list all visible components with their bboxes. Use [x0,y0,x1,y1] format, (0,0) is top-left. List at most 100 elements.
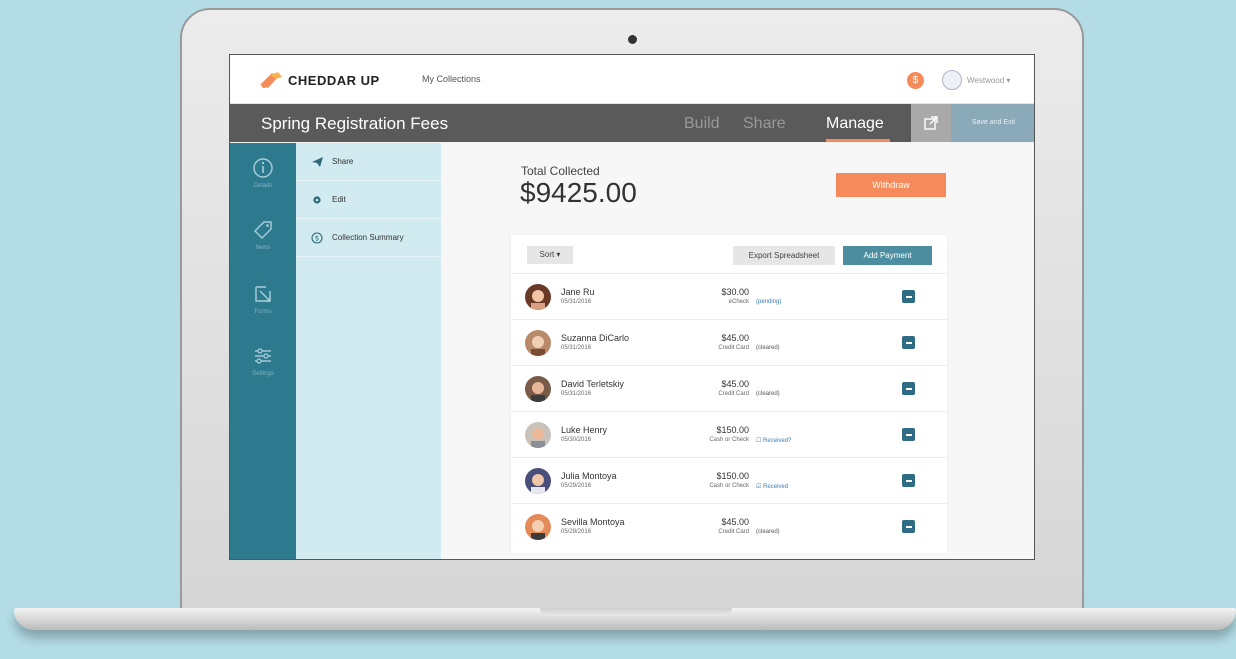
row-action-button[interactable] [902,474,915,487]
tab-manage[interactable]: Manage [826,115,884,133]
info-icon [253,158,273,178]
payer-name: Sevilla Montoya [561,517,625,527]
payment-date: 05/31/2016 [561,299,592,305]
brand-name: CHEDDAR UP [288,72,380,88]
total-collected-amount: $9425.00 [520,177,637,208]
gear-icon [310,195,324,205]
payment-date: 05/30/2016 [561,437,592,443]
payment-amount: $45.00 [721,517,749,527]
rail-item-settings[interactable]: Settings [230,345,296,377]
avatar [525,468,551,494]
minus-icon [905,479,912,482]
cheddar-logo-icon [258,71,282,89]
payer-name: David Terletskiy [561,379,624,389]
received-checkbox[interactable]: ☐ Received? [756,437,791,444]
external-link-icon [924,116,938,130]
payment-date: 05/31/2016 [561,391,592,397]
sliders-icon [255,348,271,364]
payment-method: Cash or Check [709,483,749,489]
rail-item-details[interactable]: Details [230,157,296,189]
camera-icon [628,35,637,44]
sort-dropdown[interactable]: Sort ▾ [527,246,573,264]
sub-nav: Share Edit $ Collection Summary [296,143,441,559]
dollar-icon: $ [310,231,324,244]
subnav-item-collection-summary[interactable]: $ Collection Summary [296,219,441,257]
tag-icon [254,221,272,239]
external-link-button[interactable] [911,104,951,142]
payment-status: (cleared) [756,391,780,397]
payment-method: eCheck [728,299,749,305]
row-action-button[interactable] [902,520,915,533]
payment-method: Credit Card [718,391,749,397]
payment-amount: $45.00 [721,379,749,389]
payment-status: (cleared) [756,529,780,535]
paper-plane-icon [310,156,324,167]
coin-icon[interactable]: $ [907,72,924,89]
payment-status: (cleared) [756,345,780,351]
top-bar: CHEDDAR UP My Collections $ Westwood ▾ [230,55,1034,104]
withdraw-button[interactable]: Withdraw [836,173,946,197]
payment-row: Luke Henry 05/30/2016 $150.00 Cash or Ch… [511,411,947,457]
left-rail: Details Items Forms Settings [230,143,296,559]
logo[interactable]: CHEDDAR UP [258,71,380,89]
payer-name: Jane Ru [561,287,595,297]
payment-method: Credit Card [718,345,749,351]
rail-label: Details [253,183,273,189]
avatar [525,422,551,448]
rail-item-forms[interactable]: Forms [230,283,296,315]
rail-label: Settings [252,371,274,377]
payment-row: Suzanna DiCarlo 05/31/2016 $45.00 Credit… [511,319,947,365]
laptop-notch [540,608,732,616]
main-content: Total Collected $9425.00 Withdraw Sort ▾… [441,143,1034,559]
subnav-label: Collection Summary [332,233,404,242]
payment-date: 05/31/2016 [561,345,592,351]
row-action-button[interactable] [902,428,915,441]
avatar [525,284,551,310]
minus-icon [905,387,912,390]
rail-label: Items [255,245,271,251]
payment-method: Cash or Check [709,437,749,443]
subnav-label: Share [332,157,354,166]
row-action-button[interactable] [902,290,915,303]
payer-name: Suzanna DiCarlo [561,333,630,343]
subnav-label: Edit [332,195,346,204]
tab-share[interactable]: Share [743,115,786,133]
payment-amount: $150.00 [716,471,749,481]
payment-amount: $30.00 [721,287,749,297]
payment-date: 05/29/2016 [561,483,592,489]
avatar [525,376,551,402]
title-bar: Spring Registration Fees Build Share Man… [230,104,1034,142]
page-title: Spring Registration Fees [261,114,449,133]
payment-method: Credit Card [718,529,749,535]
payment-row: David Terletskiy 05/31/2016 $45.00 Credi… [511,365,947,411]
minus-icon [905,341,912,344]
payment-row: Sevilla Montoya 05/29/2016 $45.00 Credit… [511,503,947,549]
svg-text:$: $ [315,234,319,242]
avatar [525,330,551,356]
rail-item-items[interactable]: Items [230,219,296,251]
user-menu[interactable]: Westwood ▾ [967,76,1010,85]
rail-label: Forms [254,309,272,315]
payment-date: 05/29/2016 [561,529,592,535]
tab-build[interactable]: Build [684,115,720,133]
avatar [525,514,551,540]
subnav-item-share[interactable]: Share [296,143,441,181]
minus-icon [905,295,912,298]
add-payment-button[interactable]: Add Payment [843,246,932,265]
user-avatar[interactable] [942,70,962,90]
minus-icon [905,433,912,436]
total-collected-label: Total Collected [521,164,600,178]
payment-row: Jane Ru 05/31/2016 $30.00 eCheck (pendin… [511,273,947,319]
received-checkbox[interactable]: ☑ Received [756,483,788,490]
payment-row: Julia Montoya 05/29/2016 $150.00 Cash or… [511,457,947,503]
active-tab-indicator [826,139,890,142]
subnav-item-edit[interactable]: Edit [296,181,441,219]
app-screen: CHEDDAR UP My Collections $ Westwood ▾ S… [229,54,1035,560]
form-icon [255,286,271,302]
row-action-button[interactable] [902,382,915,395]
save-and-exit-button[interactable]: Save and Exit [951,104,1034,142]
my-collections-link[interactable]: My Collections [422,74,481,84]
row-action-button[interactable] [902,336,915,349]
export-spreadsheet-button[interactable]: Export Spreadsheet [733,246,835,265]
payment-status[interactable]: (pending) [756,299,781,305]
